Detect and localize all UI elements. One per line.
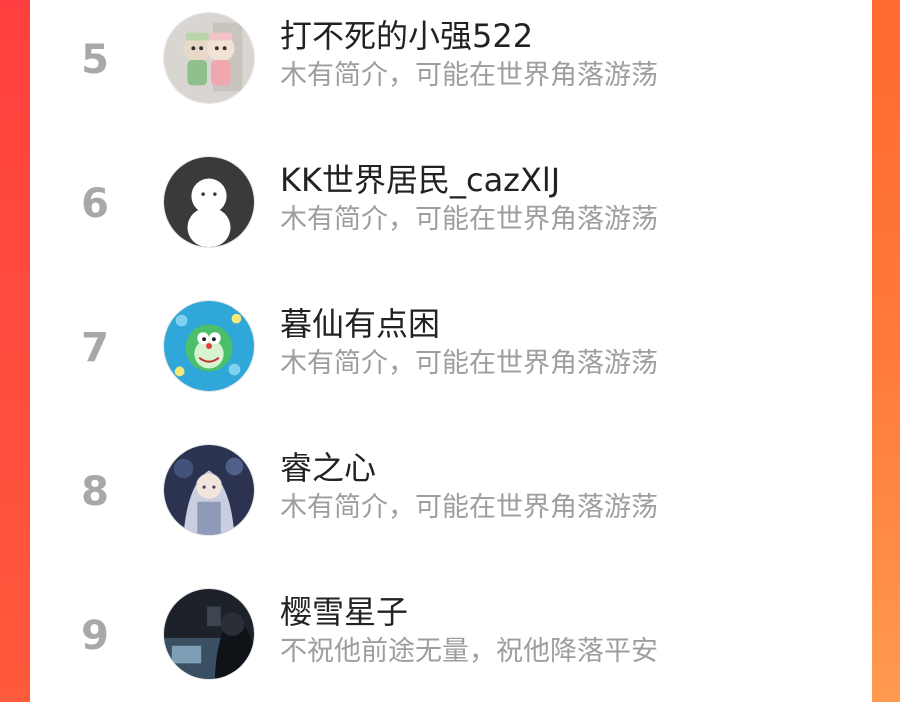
user-bio: 木有简介，可能在世界角落游荡 (280, 60, 658, 91)
figurines-avatar-image (164, 13, 254, 103)
user-bio: 木有简介，可能在世界角落游荡 (280, 492, 658, 523)
user-name[interactable]: 睿之心 (280, 448, 376, 488)
rank-number: 7 (81, 325, 109, 371)
doraemon-avatar-image (164, 301, 254, 391)
user-name[interactable]: KK世界居民_cazXlJ (280, 160, 560, 200)
list-item[interactable]: 5 打不死的小强522 木有简介，可能在世界角落游荡 (30, 4, 872, 114)
rank-number: 6 (81, 181, 109, 227)
user-name[interactable]: 樱雪星子 (280, 592, 408, 632)
ranking-list-panel: 5 打不死的小强522 木有简介，可能在世界角落游荡 6 KK世界居民_cazX… (30, 0, 872, 702)
left-background-strip (0, 0, 30, 702)
user-avatar[interactable] (163, 156, 255, 248)
user-avatar[interactable] (163, 444, 255, 536)
list-item[interactable]: 9 樱雪星子 不祝他前途无量，祝他降落平安 (30, 580, 872, 690)
user-avatar[interactable] (163, 12, 255, 104)
list-item[interactable]: 7 暮仙有点困 木有简介，可能在世界角落游荡 (30, 292, 872, 402)
list-item[interactable]: 8 睿之心 木有简介，可能在世界角落游荡 (30, 436, 872, 546)
rank-number: 9 (81, 613, 109, 659)
list-item[interactable]: 6 KK世界居民_cazXlJ 木有简介，可能在世界角落游荡 (30, 148, 872, 258)
default-avatar-icon (164, 157, 254, 247)
user-avatar[interactable] (163, 588, 255, 680)
user-bio: 木有简介，可能在世界角落游荡 (280, 348, 658, 379)
rank-number: 8 (81, 469, 109, 515)
user-avatar[interactable] (163, 300, 255, 392)
right-background-strip (872, 0, 900, 702)
dark-photo-avatar-image (164, 589, 254, 679)
rank-number: 5 (81, 37, 109, 83)
user-bio: 不祝他前途无量，祝他降落平安 (280, 636, 658, 667)
user-name[interactable]: 打不死的小强522 (280, 16, 533, 56)
anime-girl-avatar-image (164, 445, 254, 535)
user-bio: 木有简介，可能在世界角落游荡 (280, 204, 658, 235)
user-name[interactable]: 暮仙有点困 (280, 304, 440, 344)
